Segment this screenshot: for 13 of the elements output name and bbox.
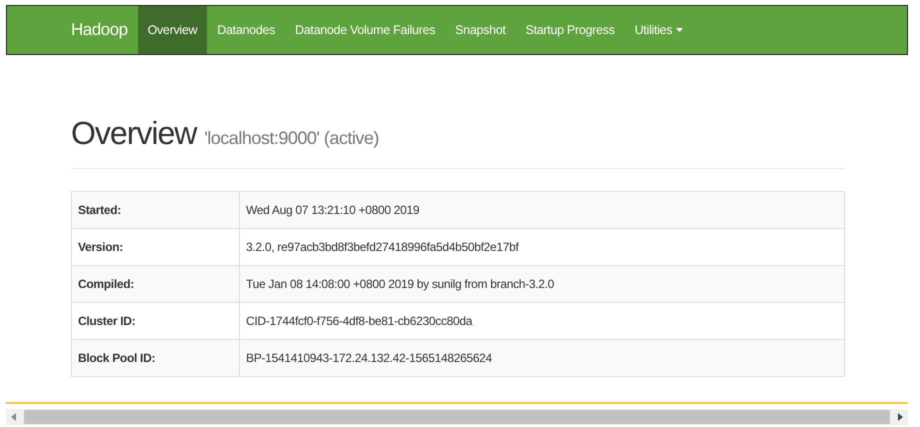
nav-tab[interactable]: Datanodes bbox=[207, 6, 286, 54]
brand-link[interactable]: Hadoop bbox=[63, 6, 138, 54]
row-label: Block Pool ID: bbox=[72, 340, 240, 376]
nav-tab[interactable]: Startup Progress bbox=[516, 6, 625, 54]
page-title: Overview bbox=[71, 115, 196, 152]
nav-tab[interactable]: Snapshot bbox=[445, 6, 516, 54]
page-subtitle: 'localhost:9000' (active) bbox=[204, 128, 379, 149]
nav-tab[interactable]: Datanode Volume Failures bbox=[285, 6, 446, 54]
nav-tab[interactable]: Utilities bbox=[624, 6, 694, 54]
table-cell: Wed Aug 07 13:21:10 +0800 2019 bbox=[240, 192, 844, 228]
row-label: Started: bbox=[72, 192, 240, 228]
nav-tab[interactable]: Overview bbox=[138, 6, 208, 54]
table-cell: BP-1541410943-172.24.132.42-1565148265624 bbox=[240, 340, 844, 376]
